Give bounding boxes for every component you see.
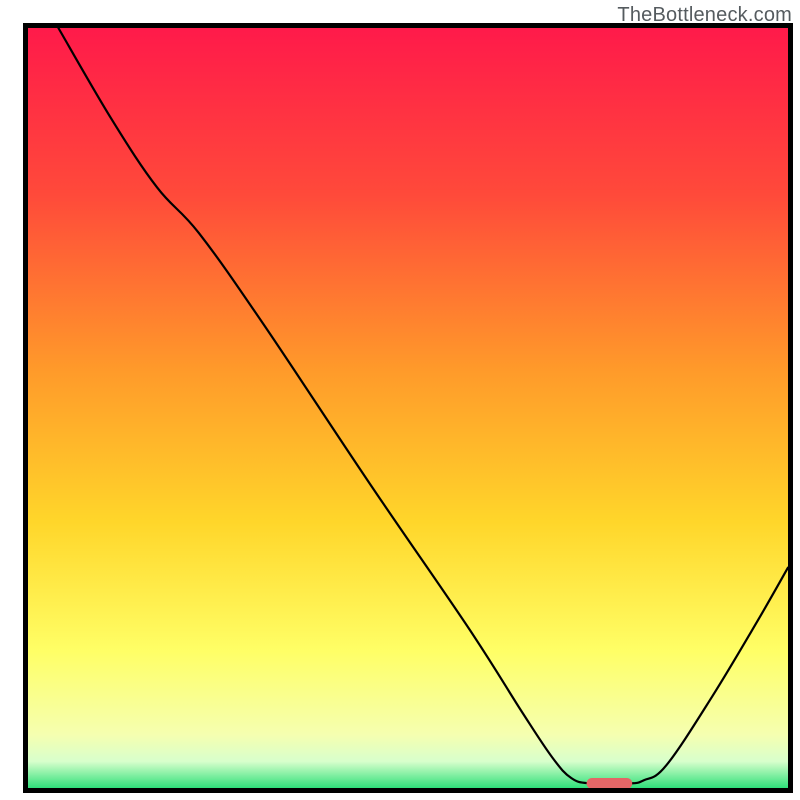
chart-container: TheBottleneck.com — [0, 0, 800, 800]
gradient-background — [28, 28, 788, 788]
chart-svg — [0, 0, 800, 800]
watermark-text: TheBottleneck.com — [617, 4, 792, 27]
optimum-marker — [587, 778, 633, 789]
